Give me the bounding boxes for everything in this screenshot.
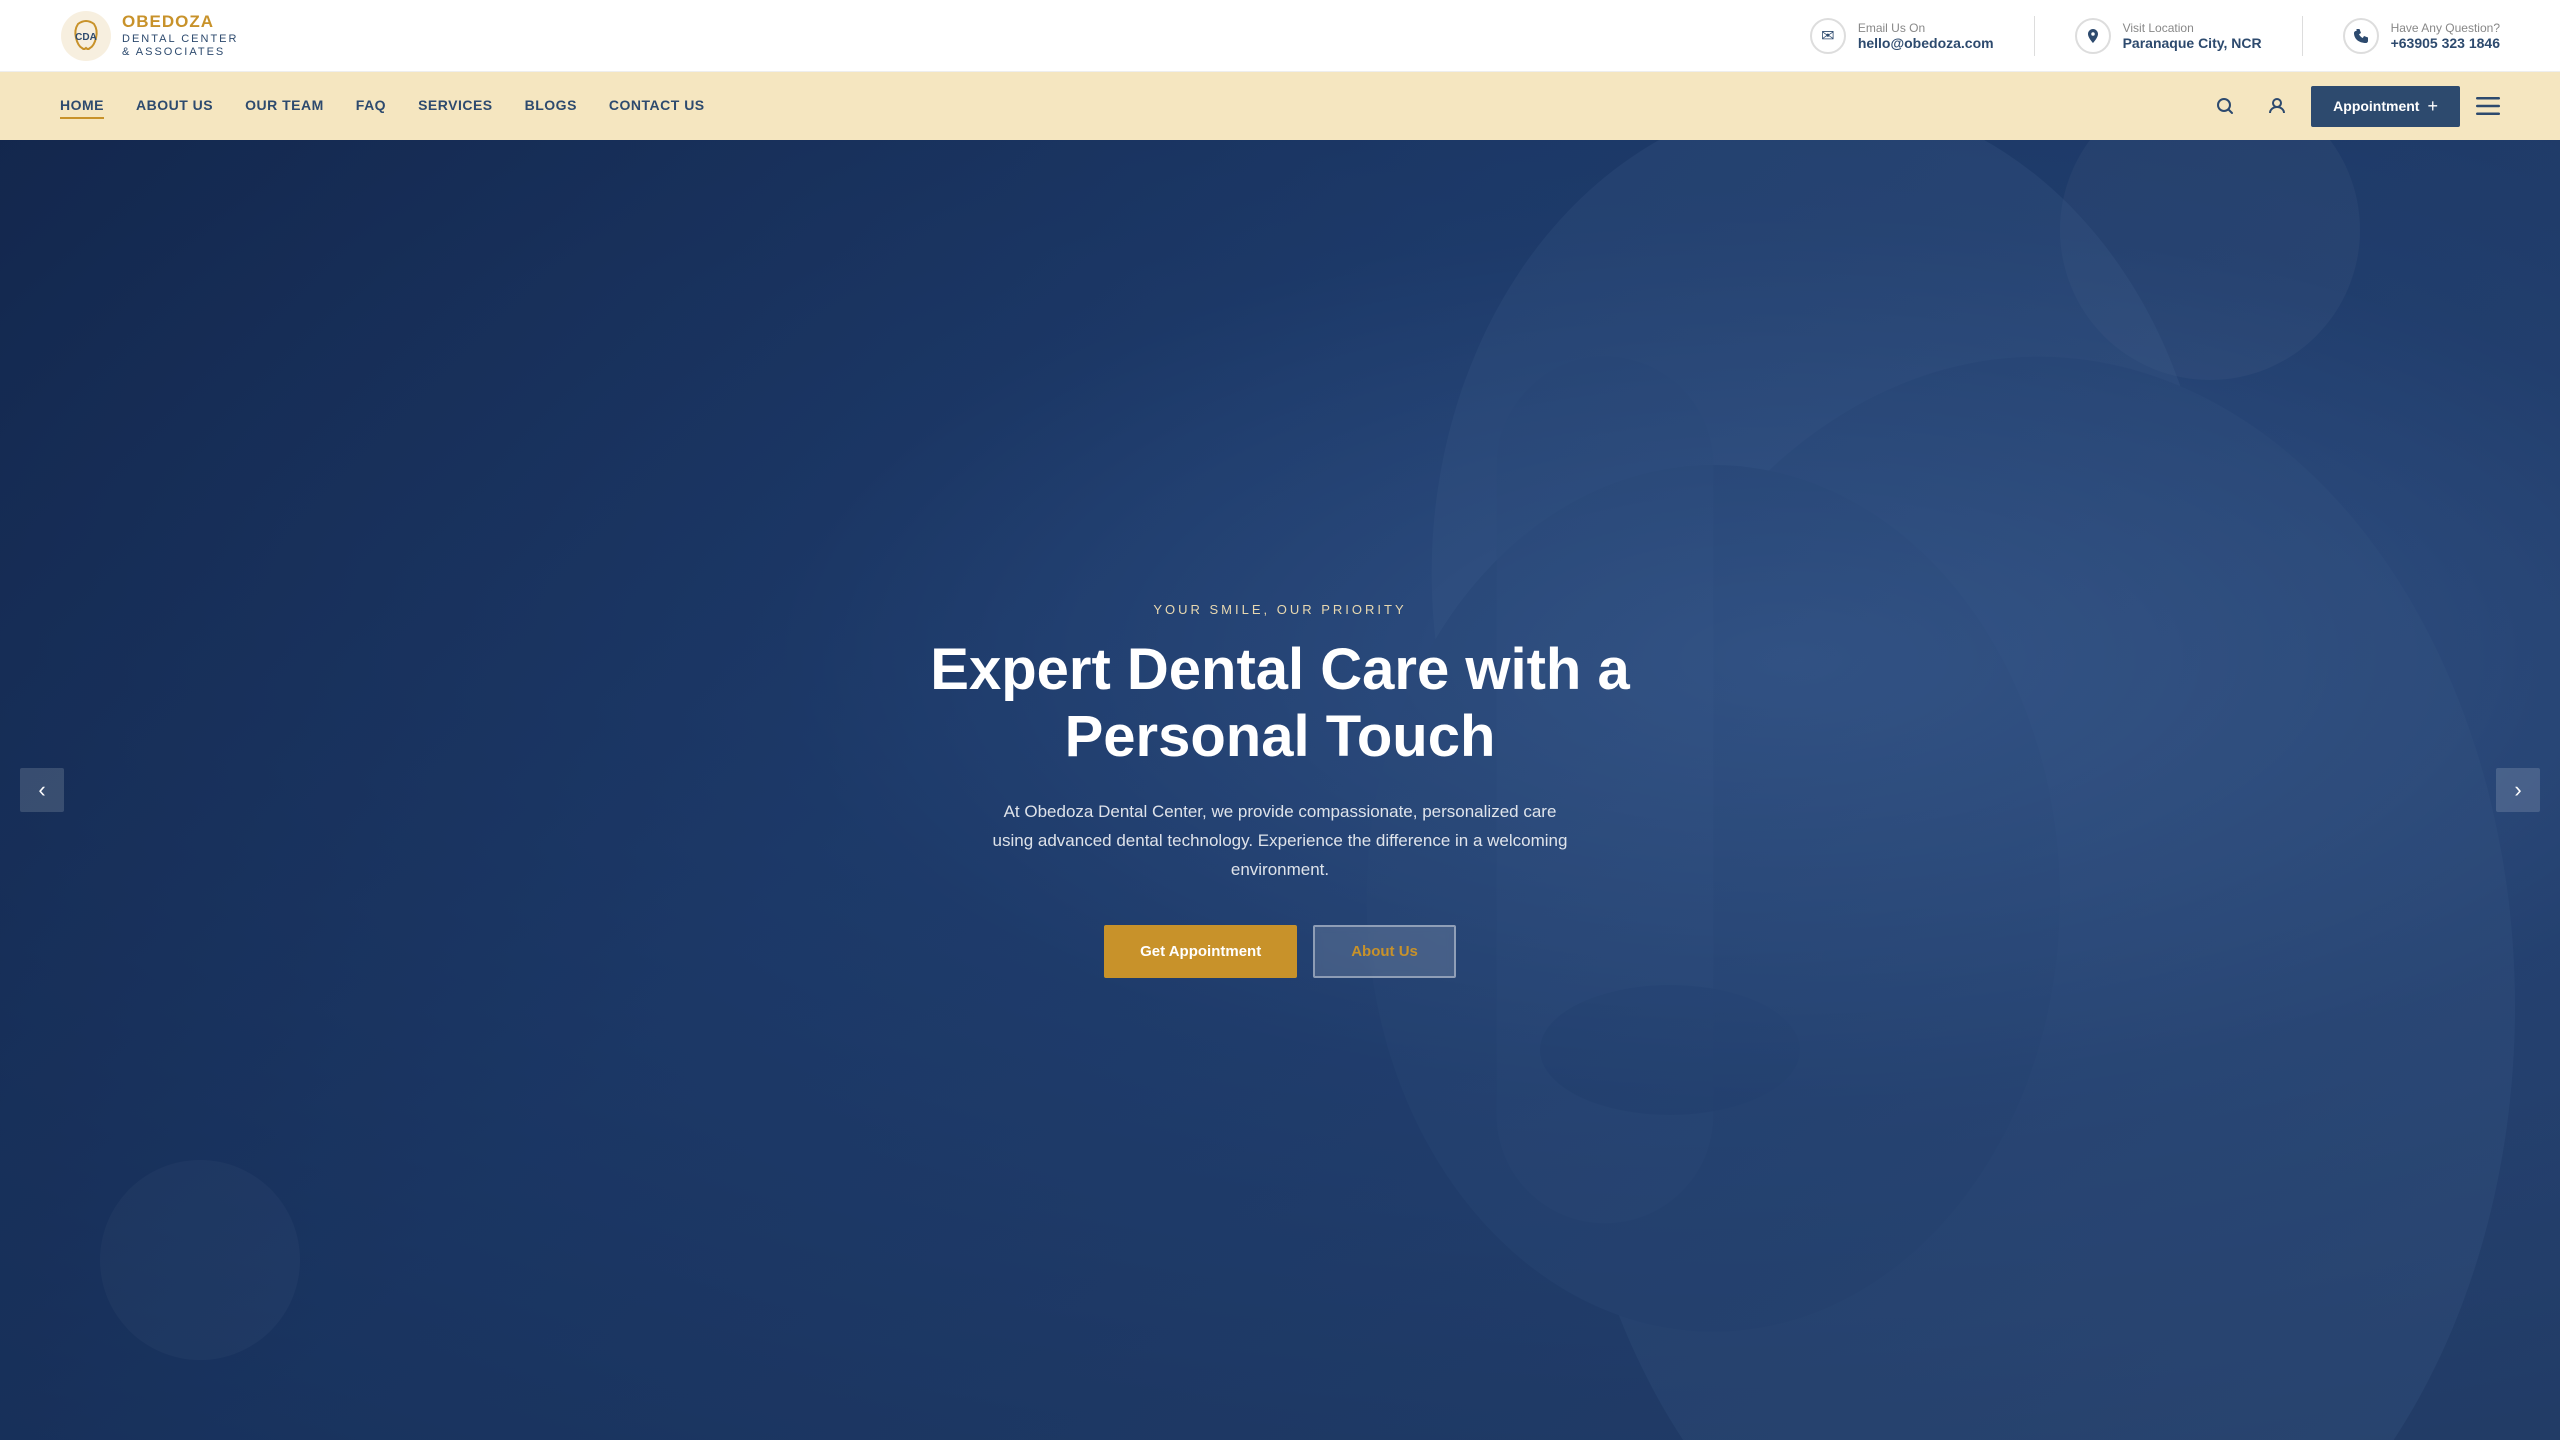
location-icon — [2075, 18, 2111, 54]
hero-section: ‹ YOUR SMILE, OUR PRIORITY Expert Dental… — [0, 140, 2560, 1440]
nav-link-blogs[interactable]: BLOGS — [525, 93, 577, 117]
contact-email: ✉ Email Us On hello@obedoza.com — [1810, 18, 1994, 54]
menu-button[interactable] — [2476, 97, 2500, 115]
hero-prev-button[interactable]: ‹ — [20, 768, 64, 812]
nav-item-faq[interactable]: FAQ — [356, 97, 386, 115]
search-button[interactable] — [2207, 88, 2243, 124]
nav-bar: HOME ABOUT US OUR TEAM FAQ SERVICES BLOG… — [0, 72, 2560, 140]
email-icon: ✉ — [1810, 18, 1846, 54]
logo-icon: CDA — [60, 10, 112, 62]
appointment-button[interactable]: Appointment + — [2311, 86, 2460, 127]
hero-next-button[interactable]: › — [2496, 768, 2540, 812]
nav-link-faq[interactable]: FAQ — [356, 93, 386, 117]
nav-link-contact[interactable]: CONTACT US — [609, 93, 705, 117]
contact-phone: Have Any Question? +63905 323 1846 — [2343, 18, 2500, 54]
email-value: hello@obedoza.com — [1858, 35, 1994, 51]
svg-text:CDA: CDA — [75, 32, 97, 43]
location-info: Visit Location Paranaque City, NCR — [2123, 21, 2262, 51]
email-label: Email Us On — [1858, 21, 1994, 35]
divider-2 — [2302, 16, 2303, 56]
nav-link-team[interactable]: OUR TEAM — [245, 93, 324, 117]
brand-sub2: & ASSOCIATES — [122, 46, 238, 59]
divider-1 — [2034, 16, 2035, 56]
top-bar: CDA OBEDOZA DENTAL CENTER & ASSOCIATES ✉… — [0, 0, 2560, 72]
appointment-label: Appointment — [2333, 98, 2419, 114]
logo-text: OBEDOZA DENTAL CENTER & ASSOCIATES — [122, 12, 238, 59]
nav-item-services[interactable]: SERVICES — [418, 97, 493, 115]
user-button[interactable] — [2259, 88, 2295, 124]
location-label: Visit Location — [2123, 21, 2262, 35]
location-value: Paranaque City, NCR — [2123, 35, 2262, 51]
hero-title-line1: Expert Dental Care with a — [930, 637, 1629, 702]
nav-link-home[interactable]: HOME — [60, 93, 104, 119]
hero-title: Expert Dental Care with a Personal Touch — [930, 637, 1629, 770]
nav-item-blogs[interactable]: BLOGS — [525, 97, 577, 115]
search-icon — [2216, 97, 2234, 115]
nav-item-about[interactable]: ABOUT US — [136, 97, 213, 115]
nav-links: HOME ABOUT US OUR TEAM FAQ SERVICES BLOG… — [60, 97, 705, 115]
nav-link-about[interactable]: ABOUT US — [136, 93, 213, 117]
phone-info: Have Any Question? +63905 323 1846 — [2391, 21, 2500, 51]
hero-content: YOUR SMILE, OUR PRIORITY Expert Dental C… — [910, 602, 1649, 978]
top-contacts: ✉ Email Us On hello@obedoza.com Visit Lo… — [1810, 16, 2500, 56]
hero-tagline: YOUR SMILE, OUR PRIORITY — [930, 602, 1629, 617]
hero-title-line2: Personal Touch — [1065, 704, 1496, 769]
phone-icon — [2343, 18, 2379, 54]
brand-sub1: DENTAL CENTER — [122, 33, 238, 46]
next-arrow-icon: › — [2514, 777, 2521, 803]
nav-item-home[interactable]: HOME — [60, 97, 104, 115]
nav-link-services[interactable]: SERVICES — [418, 93, 493, 117]
logo[interactable]: CDA OBEDOZA DENTAL CENTER & ASSOCIATES — [60, 10, 238, 62]
brand-name: OBEDOZA — [122, 12, 238, 32]
nav-item-team[interactable]: OUR TEAM — [245, 97, 324, 115]
user-icon — [2268, 97, 2286, 115]
email-info: Email Us On hello@obedoza.com — [1858, 21, 1994, 51]
hero-description: At Obedoza Dental Center, we provide com… — [990, 798, 1570, 885]
nav-right: Appointment + — [2207, 86, 2500, 127]
phone-label: Have Any Question? — [2391, 21, 2500, 35]
about-us-button[interactable]: About Us — [1313, 925, 1456, 978]
contact-location: Visit Location Paranaque City, NCR — [2075, 18, 2262, 54]
nav-item-contact[interactable]: CONTACT US — [609, 97, 705, 115]
hero-buttons: Get Appointment About Us — [930, 925, 1629, 978]
phone-value: +63905 323 1846 — [2391, 35, 2500, 51]
prev-arrow-icon: ‹ — [38, 777, 45, 803]
hamburger-icon — [2476, 97, 2500, 115]
appointment-plus: + — [2427, 96, 2438, 117]
get-appointment-button[interactable]: Get Appointment — [1104, 925, 1297, 978]
